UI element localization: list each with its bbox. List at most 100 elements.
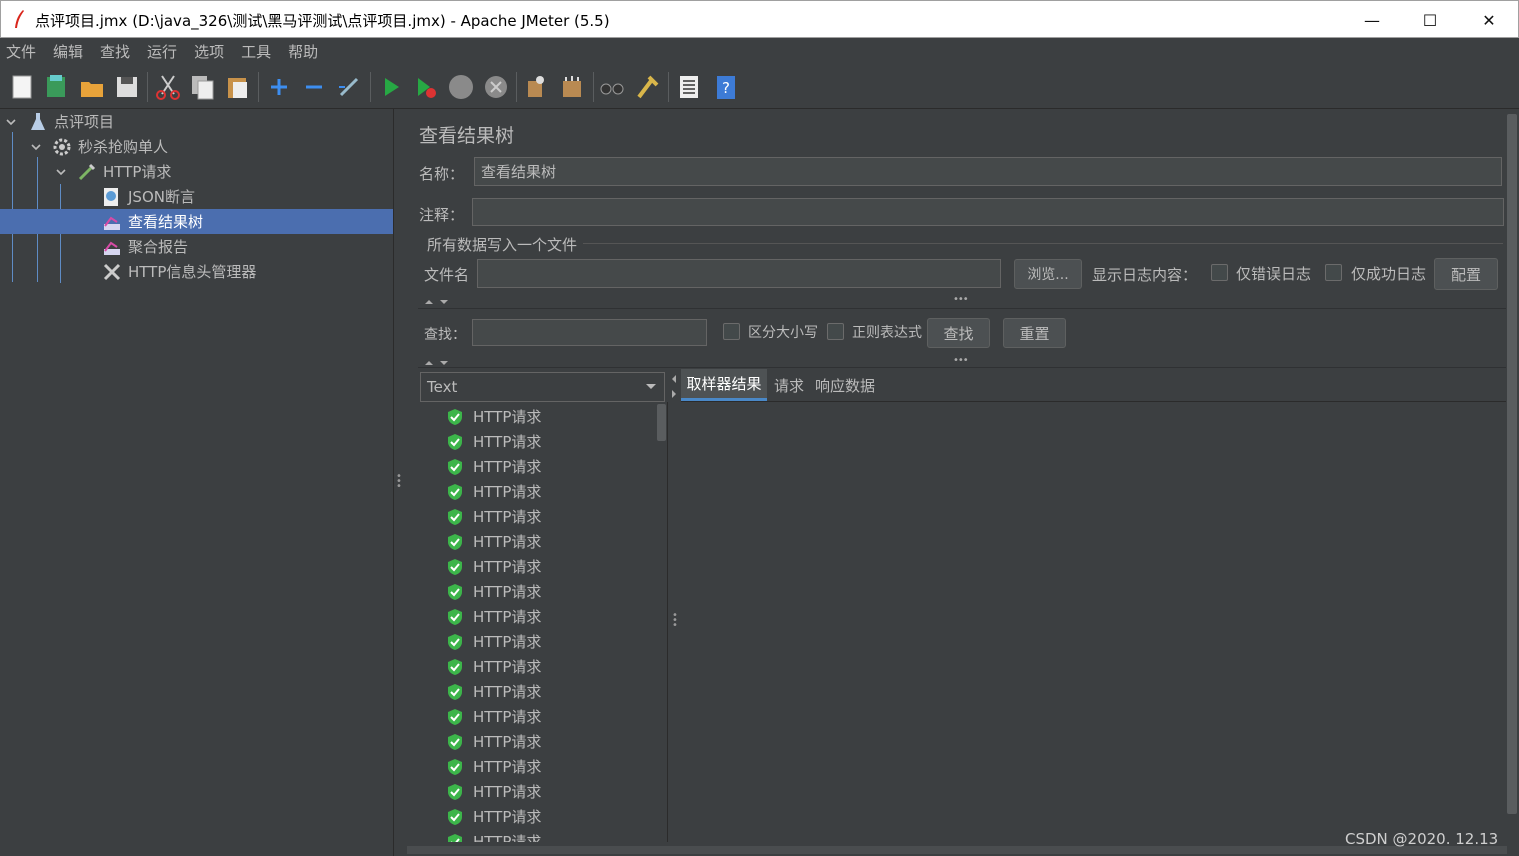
- result-item[interactable]: HTTP请求: [446, 554, 541, 579]
- cut-icon[interactable]: [154, 73, 182, 101]
- split-arrows-icon[interactable]: [670, 374, 678, 400]
- divider: [418, 308, 1506, 309]
- minimize-button[interactable]: —: [1343, 1, 1401, 39]
- toggle-icon[interactable]: [335, 73, 363, 101]
- find-button[interactable]: 查找: [927, 318, 990, 348]
- result-item[interactable]: HTTP请求: [446, 604, 541, 629]
- result-item[interactable]: HTTP请求: [446, 654, 541, 679]
- result-item[interactable]: HTTP请求: [446, 479, 541, 504]
- split-pane-handle[interactable]: • • •: [396, 472, 402, 492]
- result-item-label: HTTP请求: [473, 408, 542, 426]
- open-icon[interactable]: [78, 73, 106, 101]
- menu-edit[interactable]: 编辑: [53, 41, 83, 62]
- expand-icon[interactable]: [265, 73, 293, 101]
- menu-options[interactable]: 选项: [194, 41, 224, 62]
- comment-field[interactable]: [472, 198, 1504, 226]
- result-item[interactable]: HTTP请求: [446, 729, 541, 754]
- stop-icon[interactable]: [447, 73, 475, 101]
- renderer-select[interactable]: Text: [420, 372, 665, 402]
- success-only-checkbox[interactable]: [1325, 264, 1342, 281]
- tree-node-http-sampler[interactable]: HTTP请求: [77, 159, 171, 184]
- collapse-arrows-icon[interactable]: [424, 359, 450, 367]
- tab-request[interactable]: 请求: [774, 369, 804, 401]
- tree-node-thread-group[interactable]: 秒杀抢购单人: [52, 134, 168, 159]
- split-pane-handle[interactable]: • • •: [672, 611, 678, 631]
- regex-checkbox[interactable]: [827, 323, 844, 340]
- paste-icon[interactable]: [224, 73, 252, 101]
- horizontal-scrollbar[interactable]: [407, 846, 1507, 854]
- tree-node-label: 秒杀抢购单人: [78, 138, 169, 156]
- result-item[interactable]: HTTP请求: [446, 504, 541, 529]
- divider-grip[interactable]: •••: [953, 356, 969, 366]
- tree-node-header-manager[interactable]: HTTP信息头管理器: [102, 259, 256, 284]
- menu-run[interactable]: 运行: [147, 41, 177, 62]
- menu-file[interactable]: 文件: [6, 41, 36, 62]
- success-shield-icon: [448, 433, 462, 450]
- tree-guide: [12, 132, 13, 282]
- menu-search[interactable]: 查找: [100, 41, 130, 62]
- result-item[interactable]: HTTP请求: [446, 454, 541, 479]
- collapse-icon[interactable]: [300, 73, 328, 101]
- tree-node-test-plan[interactable]: 点评项目: [28, 109, 114, 134]
- success-shield-icon: [448, 633, 462, 650]
- templates-icon[interactable]: [42, 73, 70, 101]
- case-sensitive-checkbox[interactable]: [723, 323, 740, 340]
- divider-grip[interactable]: •••: [953, 295, 969, 305]
- listener-icon: [104, 241, 120, 255]
- success-shield-icon: [448, 833, 462, 842]
- result-item[interactable]: HTTP请求: [446, 529, 541, 554]
- renderer-select-value: Text: [427, 378, 458, 396]
- result-item[interactable]: HTTP请求: [446, 404, 541, 429]
- clear-icon[interactable]: [522, 73, 550, 101]
- result-item[interactable]: HTTP请求: [446, 704, 541, 729]
- close-button[interactable]: ✕: [1460, 1, 1518, 39]
- result-item[interactable]: HTTP请求: [446, 629, 541, 654]
- save-icon[interactable]: [113, 73, 141, 101]
- browse-button[interactable]: 浏览...: [1014, 259, 1082, 289]
- pipette-icon: [78, 163, 96, 180]
- result-item[interactable]: HTTP请求: [446, 429, 541, 454]
- copy-icon[interactable]: [189, 73, 217, 101]
- new-icon[interactable]: [8, 73, 36, 101]
- toolbar: ?: [0, 64, 1519, 109]
- tab-response-data[interactable]: 响应数据: [815, 369, 875, 401]
- file-section-title: 所有数据写入一个文件: [427, 236, 578, 254]
- function-helper-icon[interactable]: [675, 73, 703, 101]
- chevron-down-icon[interactable]: [645, 383, 657, 391]
- tree-node-view-results-tree[interactable]: 查看结果树: [102, 209, 203, 234]
- chevron-down-icon[interactable]: [31, 142, 41, 152]
- filename-field[interactable]: [477, 259, 1001, 288]
- result-item[interactable]: HTTP请求: [446, 829, 541, 842]
- start-no-pause-icon[interactable]: [412, 73, 440, 101]
- result-item[interactable]: HTTP请求: [446, 679, 541, 704]
- errors-only-checkbox[interactable]: [1211, 264, 1228, 281]
- panel-scrollbar-thumb[interactable]: [1507, 114, 1517, 814]
- shutdown-icon[interactable]: [482, 73, 510, 101]
- configure-button[interactable]: 配置: [1434, 258, 1498, 290]
- result-item[interactable]: HTTP请求: [446, 779, 541, 804]
- success-shield-icon: [448, 658, 462, 675]
- menu-help[interactable]: 帮助: [288, 41, 318, 62]
- clear-all-icon[interactable]: [558, 73, 586, 101]
- chevron-down-icon[interactable]: [56, 167, 66, 177]
- name-field[interactable]: 查看结果树: [474, 157, 1502, 186]
- search-input[interactable]: [472, 319, 707, 346]
- list-border: [667, 402, 668, 842]
- tab-sampler-result[interactable]: 取样器结果: [681, 369, 767, 401]
- tree-node-json-assertion[interactable]: JSON断言: [102, 184, 195, 209]
- chevron-down-icon[interactable]: [6, 117, 16, 127]
- result-item[interactable]: HTTP请求: [446, 579, 541, 604]
- result-item[interactable]: HTTP请求: [446, 804, 541, 829]
- results-scrollbar-thumb[interactable]: [657, 404, 666, 441]
- result-item[interactable]: HTTP请求: [446, 754, 541, 779]
- tree-node-aggregate-report[interactable]: 聚合报告: [102, 234, 188, 259]
- reset-search-icon[interactable]: [633, 73, 661, 101]
- reset-button[interactable]: 重置: [1003, 318, 1066, 348]
- result-item-label: HTTP请求: [473, 783, 542, 801]
- collapse-arrows-icon[interactable]: [424, 298, 450, 306]
- search-icon[interactable]: [598, 73, 626, 101]
- help-icon[interactable]: ?: [712, 73, 740, 101]
- maximize-button[interactable]: ☐: [1401, 1, 1459, 39]
- start-icon[interactable]: [377, 73, 405, 101]
- menu-tools[interactable]: 工具: [241, 41, 271, 62]
